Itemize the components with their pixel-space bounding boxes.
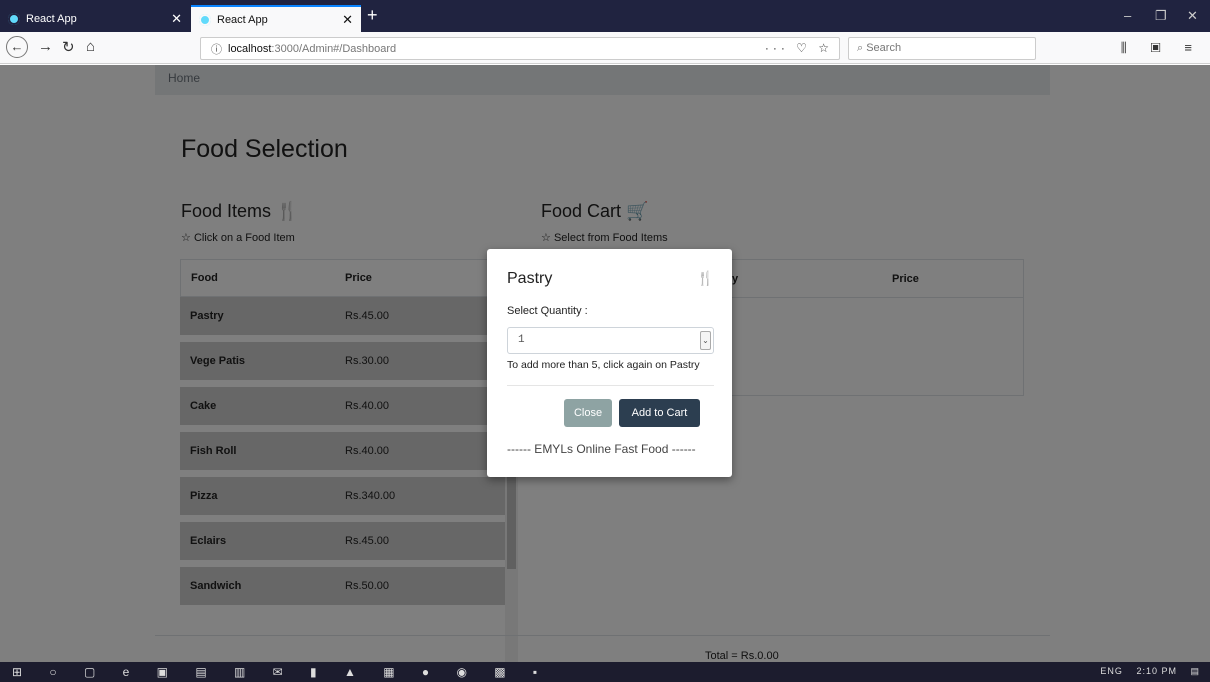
back-icon[interactable]: ← bbox=[6, 36, 28, 58]
system-tray[interactable]: ENG 2:10 PM ▤ bbox=[1100, 666, 1200, 677]
home-icon[interactable]: ⌂ bbox=[86, 38, 95, 55]
browser-tab-bar: React App ✕ React App ✕ + – ❐ ✕ bbox=[0, 0, 1210, 32]
quantity-label: Select Quantity : bbox=[507, 305, 588, 317]
modal-title: Pastry bbox=[507, 270, 553, 287]
page-actions-icon[interactable]: ··· ♡ ☆ bbox=[765, 41, 833, 55]
search-placeholder: Search bbox=[866, 42, 902, 54]
quantity-select[interactable]: 1 ⌄ bbox=[507, 327, 714, 354]
close-window-button[interactable]: ✕ bbox=[1187, 8, 1198, 24]
close-icon[interactable]: ✕ bbox=[171, 11, 182, 27]
library-icon[interactable]: ⫼ ▣ ≡ bbox=[1121, 40, 1202, 56]
close-button[interactable]: Close bbox=[564, 399, 612, 427]
browser-tab[interactable]: React App ✕ bbox=[0, 6, 190, 32]
quantity-modal: Pastry 🍴 Select Quantity : 1 ⌄ To add mo… bbox=[487, 249, 732, 477]
notification-icon[interactable]: ▤ bbox=[1190, 666, 1200, 676]
url-host: localhost bbox=[228, 42, 272, 55]
divider bbox=[507, 385, 714, 386]
browser-nav-bar: ← → ↻ ⌂ ⓘ localhost :3000/Admin#/Dashboa… bbox=[0, 32, 1210, 64]
url-bar[interactable]: ⓘ localhost :3000/Admin#/Dashboard ··· ♡… bbox=[200, 37, 840, 60]
quantity-value: 1 bbox=[518, 334, 525, 346]
modal-footer-text: ------ EMYLs Online Fast Food ------ bbox=[507, 442, 696, 456]
search-icon: ⌕ bbox=[857, 42, 867, 54]
info-icon[interactable]: ⓘ bbox=[211, 41, 222, 57]
minimize-button[interactable]: – bbox=[1124, 8, 1131, 23]
tray-language[interactable]: ENG bbox=[1100, 666, 1123, 676]
restore-button[interactable]: ❐ bbox=[1155, 8, 1167, 24]
reload-icon[interactable]: ↻ bbox=[62, 38, 75, 56]
new-tab-button[interactable]: + bbox=[367, 5, 378, 26]
react-icon bbox=[199, 13, 211, 26]
close-icon[interactable]: ✕ bbox=[342, 12, 353, 28]
add-to-cart-button[interactable]: Add to Cart bbox=[619, 399, 700, 427]
search-input[interactable]: ⌕ Search bbox=[848, 37, 1036, 60]
browser-tab-active[interactable]: React App ✕ bbox=[191, 5, 361, 32]
chevron-down-icon[interactable]: ⌄ bbox=[700, 331, 711, 350]
forward-icon[interactable]: → bbox=[38, 38, 53, 55]
react-icon bbox=[8, 13, 20, 25]
clock[interactable]: 2:10 PM bbox=[1136, 666, 1177, 676]
tab-label: React App bbox=[26, 13, 77, 25]
taskbar-apps[interactable]: ⊞ ○ ▢ e ▣ ▤ ▥ ✉ ▮ ▲ ▦ ● ◉ ▩ ▪ bbox=[12, 665, 549, 679]
url-path: :3000/Admin#/Dashboard bbox=[271, 42, 397, 55]
utensils-icon: 🍴 bbox=[696, 270, 714, 286]
taskbar: ⊞ ○ ▢ e ▣ ▤ ▥ ✉ ▮ ▲ ▦ ● ◉ ▩ ▪ ENG 2:10 P… bbox=[0, 662, 1210, 682]
quantity-hint: To add more than 5, click again on Pastr… bbox=[507, 359, 700, 371]
tab-label: React App bbox=[217, 13, 268, 26]
